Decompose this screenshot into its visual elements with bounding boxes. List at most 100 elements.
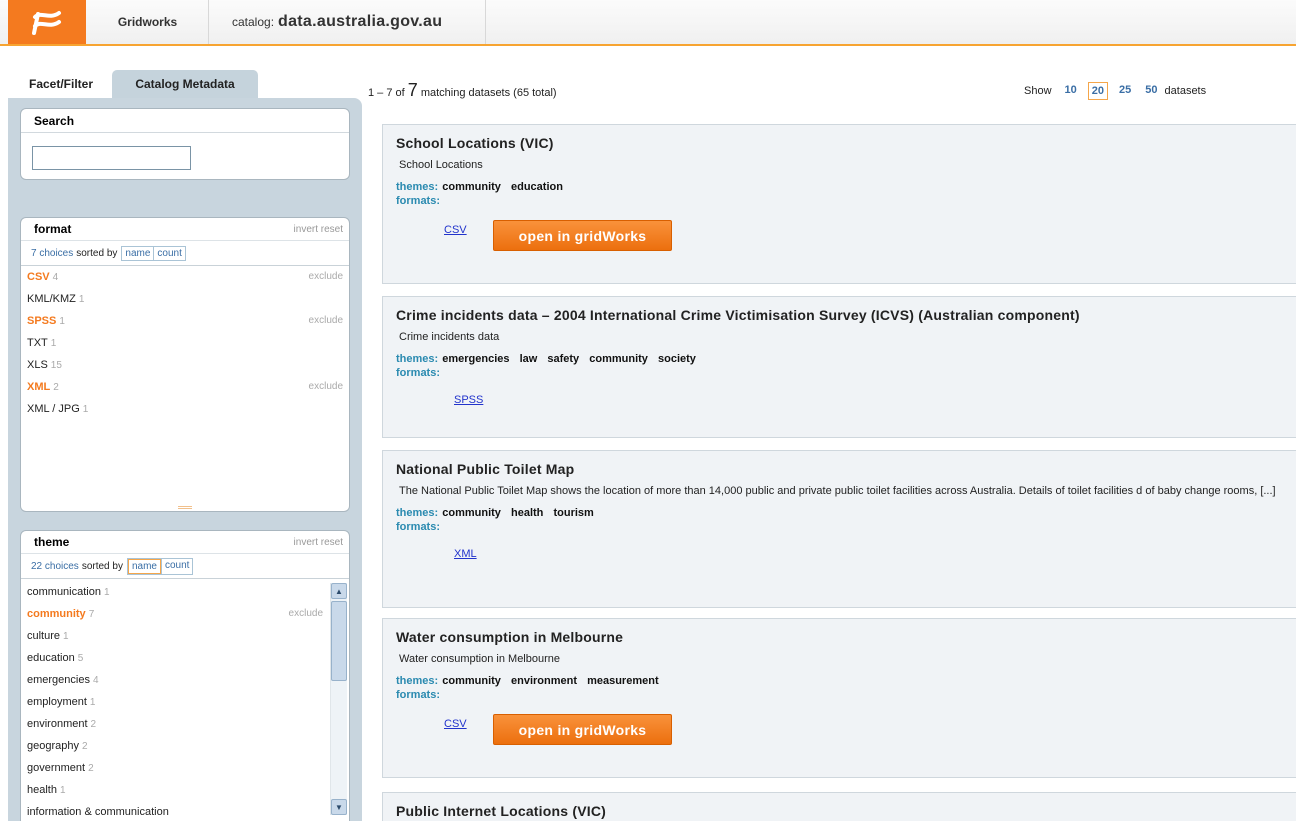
format-choice-count: 2 <box>53 382 59 393</box>
catalog-value: data.australia.gov.au <box>278 13 443 30</box>
arrow-down-icon[interactable]: ▼ <box>331 799 347 815</box>
theme-choice[interactable]: health 1 <box>21 779 349 801</box>
format-link[interactable]: CSV <box>444 718 467 730</box>
page-size-option[interactable]: 50 <box>1142 82 1160 100</box>
format-choice-exclude[interactable]: exclude <box>309 266 343 288</box>
format-choice[interactable]: XML 2 exclude <box>21 376 349 398</box>
search-input[interactable] <box>32 146 191 170</box>
format-choice[interactable]: XLS 15 <box>21 354 349 376</box>
theme-choice[interactable]: education 5 <box>21 647 349 669</box>
theme-choice[interactable]: government 2 <box>21 757 349 779</box>
results-summary: 1 – 7 of 7 matching datasets (65 total) <box>368 80 557 101</box>
format-choice-name[interactable]: CSV <box>27 271 50 283</box>
tab-facet-filter[interactable]: Facet/Filter <box>12 70 110 98</box>
format-choice-exclude[interactable]: exclude <box>309 310 343 332</box>
theme-sort-name-button[interactable]: name <box>127 558 161 574</box>
theme-choice-name[interactable]: government <box>27 762 85 774</box>
format-choice[interactable]: KML/KMZ 1 <box>21 288 349 310</box>
format-choice[interactable]: TXT 1 <box>21 332 349 354</box>
format-link[interactable]: SPSS <box>454 394 483 406</box>
theme-tag[interactable]: community <box>589 353 648 365</box>
format-choice-name[interactable]: KML/KMZ <box>27 293 76 305</box>
format-link[interactable]: CSV <box>444 224 467 236</box>
show-suffix: datasets <box>1164 85 1207 97</box>
dataset-title[interactable]: Crime incidents data – 2004 Internationa… <box>396 307 1296 323</box>
theme-choice[interactable]: communication 1 <box>21 581 349 603</box>
theme-tag[interactable]: emergencies <box>442 353 509 365</box>
format-invert-reset[interactable]: invert reset <box>294 218 343 241</box>
theme-choice-count: 1 <box>103 587 110 598</box>
theme-choice-name[interactable]: culture <box>27 630 60 642</box>
dataset-format-row: SPSS <box>396 380 1296 420</box>
theme-choice-name[interactable]: employment <box>27 696 87 708</box>
theme-choice-name[interactable]: information & communication <box>27 806 169 818</box>
theme-choice-count: 4 <box>92 675 99 686</box>
theme-sort-count-button[interactable]: count <box>160 558 192 574</box>
theme-invert-reset[interactable]: invert reset <box>294 531 343 554</box>
format-choice-name[interactable]: SPSS <box>27 315 56 327</box>
dataset-title[interactable]: Public Internet Locations (VIC) <box>396 803 1296 819</box>
page-size-option[interactable]: 20 <box>1087 82 1109 100</box>
theme-tag[interactable]: tourism <box>553 507 593 519</box>
tab-catalog-metadata[interactable]: Catalog Metadata <box>112 70 258 98</box>
theme-choice[interactable]: information & communication <box>21 801 349 819</box>
format-facet: format invert reset 7 choices sorted by … <box>20 217 350 512</box>
format-choice[interactable]: SPSS 1 exclude <box>21 310 349 332</box>
page-size-option[interactable]: 25 <box>1116 82 1134 100</box>
theme-choice-name[interactable]: environment <box>27 718 88 730</box>
theme-choice-count: 1 <box>59 785 66 796</box>
format-choice-name[interactable]: TXT <box>27 337 48 349</box>
format-choice[interactable]: CSV 4 exclude <box>21 266 349 288</box>
gridworks-logo-icon[interactable] <box>8 0 86 44</box>
theme-choice-name[interactable]: education <box>27 652 75 664</box>
dataset-title[interactable]: Water consumption in Melbourne <box>396 629 1296 645</box>
dataset-description: School Locations <box>399 159 483 171</box>
scrollbar-thumb[interactable] <box>331 601 347 681</box>
theme-tag[interactable]: community <box>442 181 501 193</box>
theme-choice[interactable]: employment 1 <box>21 691 349 713</box>
theme-sort-bar: 22 choices sorted by name count <box>21 554 349 579</box>
dataset-title[interactable]: School Locations (VIC) <box>396 135 1296 151</box>
theme-tag[interactable]: society <box>658 353 696 365</box>
theme-choice[interactable]: geography 2 <box>21 735 349 757</box>
theme-tag[interactable]: community <box>442 675 501 687</box>
theme-choice[interactable]: community 7 exclude <box>21 603 349 625</box>
theme-tag[interactable]: safety <box>547 353 579 365</box>
theme-choice-name[interactable]: geography <box>27 740 79 752</box>
theme-choice-name[interactable]: communication <box>27 586 101 598</box>
format-link[interactable]: XML <box>454 548 477 560</box>
format-choice-name[interactable]: XLS <box>27 359 48 371</box>
format-choice[interactable]: XML / JPG 1 <box>21 398 349 420</box>
page-size-option[interactable]: 10 <box>1062 82 1080 100</box>
search-box: Search <box>20 108 350 180</box>
theme-choice[interactable]: environment 2 <box>21 713 349 735</box>
arrow-up-icon[interactable]: ▲ <box>331 583 347 599</box>
open-in-gridworks-button[interactable]: open in gridWorks <box>493 220 672 251</box>
theme-tag[interactable]: measurement <box>587 675 659 687</box>
theme-choice-count: 1 <box>63 631 69 642</box>
format-sorted-by-label: sorted by <box>76 247 118 259</box>
format-resize-handle[interactable] <box>178 506 192 509</box>
format-choice-name[interactable]: XML <box>27 381 50 393</box>
dataset-title[interactable]: National Public Toilet Map <box>396 461 1296 477</box>
format-choice-name[interactable]: XML / JPG <box>27 403 80 415</box>
theme-tag[interactable]: health <box>511 507 543 519</box>
format-choice-exclude[interactable]: exclude <box>309 376 343 398</box>
theme-tag[interactable]: education <box>511 181 563 193</box>
theme-choice-name[interactable]: health <box>27 784 57 796</box>
theme-tag[interactable]: environment <box>511 675 577 687</box>
theme-choice[interactable]: emergencies 4 <box>21 669 349 691</box>
open-in-gridworks-button[interactable]: open in gridWorks <box>493 714 672 745</box>
theme-tag[interactable]: law <box>520 353 538 365</box>
theme-scrollbar[interactable]: ▲ ▼ <box>330 583 347 815</box>
format-sort-count-button[interactable]: count <box>153 246 184 260</box>
app-name-tab[interactable]: Gridworks <box>87 0 209 44</box>
dataset-themes: themes: community environment measuremen… <box>396 674 1296 688</box>
theme-choice-name[interactable]: emergencies <box>27 674 90 686</box>
theme-tag[interactable]: community <box>442 507 501 519</box>
format-sort-name-button[interactable]: name <box>122 247 153 260</box>
theme-choice-count: 7 <box>88 609 95 620</box>
theme-choice-exclude[interactable]: exclude <box>289 603 323 625</box>
theme-choice[interactable]: culture 1 <box>21 625 349 647</box>
theme-choice-name[interactable]: community <box>27 608 86 620</box>
